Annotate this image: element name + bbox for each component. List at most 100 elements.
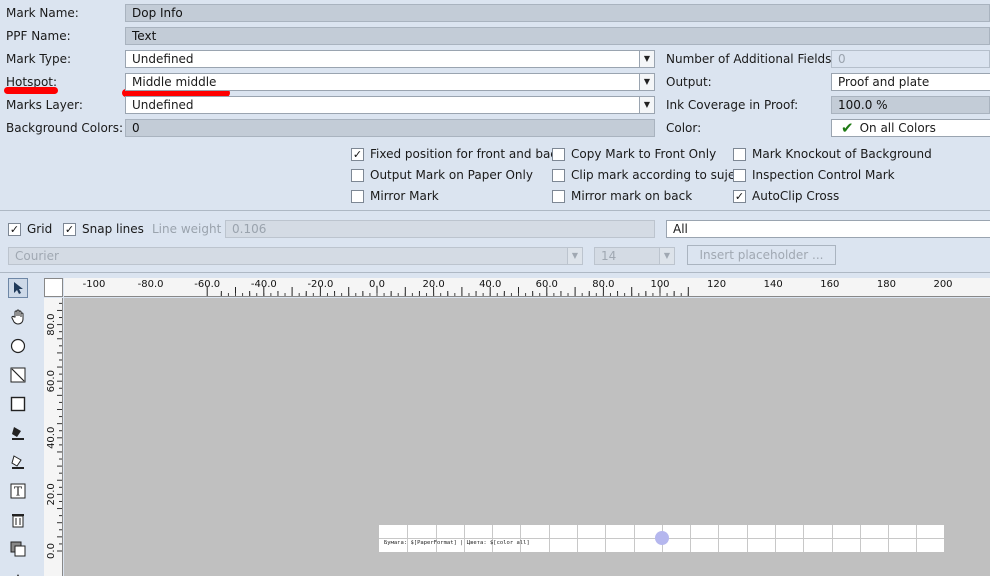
divider bbox=[0, 210, 990, 211]
option-label: Clip mark according to sujet bbox=[571, 168, 740, 182]
trash-icon[interactable] bbox=[8, 510, 28, 530]
chevron-down-icon[interactable]: ▼ bbox=[639, 97, 654, 113]
option-mirror-back[interactable]: Mirror mark on back bbox=[552, 187, 740, 205]
pointer-icon[interactable] bbox=[8, 278, 28, 298]
mark-name-field[interactable]: Dop Info bbox=[125, 4, 990, 22]
ellipse-icon[interactable] bbox=[8, 336, 28, 356]
color-label: Color: bbox=[666, 121, 702, 135]
background-colors-label: Background Colors: bbox=[6, 121, 124, 135]
ruler-label: -20.0 bbox=[307, 279, 333, 290]
ruler-label: 40.0 bbox=[46, 427, 57, 449]
mark-text-box[interactable]: Бумага: $[PaperFormat] | Цвета: $[color … bbox=[379, 525, 944, 552]
tool-palette: T bbox=[8, 278, 32, 576]
line-weight-input[interactable]: 0.106 bbox=[225, 220, 655, 238]
font-value: Courier bbox=[15, 249, 59, 263]
text-icon[interactable]: T bbox=[8, 481, 28, 501]
checkbox[interactable]: ✓ bbox=[8, 222, 21, 236]
output-select[interactable]: Proof and plate bbox=[831, 73, 990, 91]
ruler-label: 60.0 bbox=[46, 370, 57, 392]
vertical-ruler: 80.0 60.0 40.0 20.0 0.0 bbox=[44, 298, 63, 576]
marks-layer-value: Undefined bbox=[132, 98, 194, 112]
font-select[interactable]: Courier ▼ bbox=[8, 247, 583, 265]
ruler-label: 160 bbox=[820, 279, 839, 290]
ruler-label: 80.0 bbox=[592, 279, 614, 290]
option-label: Inspection Control Mark bbox=[752, 168, 895, 182]
layer-filter-select[interactable]: All bbox=[666, 220, 990, 238]
chevron-down-icon[interactable]: ▼ bbox=[659, 248, 674, 264]
line-icon[interactable] bbox=[8, 365, 28, 385]
option-label: AutoClip Cross bbox=[752, 189, 840, 203]
option-knockout-background[interactable]: Mark Knockout of Background bbox=[733, 145, 932, 163]
ruler-label: 20.0 bbox=[422, 279, 444, 290]
option-clip-mark-sujet[interactable]: Clip mark according to sujet bbox=[552, 166, 740, 184]
option-fixed-position[interactable]: ✓ Fixed position for front and back bbox=[351, 145, 564, 163]
ppf-name-field[interactable]: Text bbox=[125, 27, 990, 45]
hand-icon[interactable] bbox=[8, 307, 28, 327]
ruler-label: -80.0 bbox=[138, 279, 164, 290]
copy-icon[interactable] bbox=[8, 539, 28, 559]
checkbox[interactable] bbox=[733, 168, 746, 182]
chevron-down-icon[interactable]: ▼ bbox=[639, 74, 654, 90]
ruler-corner bbox=[44, 278, 63, 297]
chevron-down-icon[interactable]: ▼ bbox=[639, 51, 654, 67]
checkbox[interactable] bbox=[552, 168, 565, 182]
chevron-down-icon[interactable]: ▼ bbox=[567, 248, 582, 264]
checkbox[interactable]: ✓ bbox=[351, 147, 364, 161]
checkbox[interactable] bbox=[351, 168, 364, 182]
ruler-label: 140 bbox=[764, 279, 783, 290]
color-value: On all Colors bbox=[859, 121, 936, 135]
ruler-label: 200 bbox=[933, 279, 952, 290]
option-mirror-mark[interactable]: Mirror Mark bbox=[351, 187, 564, 205]
eraser-icon[interactable] bbox=[8, 452, 28, 472]
option-label: Fixed position for front and back bbox=[370, 147, 564, 161]
background-colors-field[interactable]: 0 bbox=[125, 119, 655, 137]
fill-icon[interactable] bbox=[8, 423, 28, 443]
option-autoclip-cross[interactable]: ✓ AutoClip Cross bbox=[733, 187, 932, 205]
option-label: Copy Mark to Front Only bbox=[571, 147, 717, 161]
ruler-label: 0.0 bbox=[369, 279, 385, 290]
additional-fields-label: Number of Additional Fields: bbox=[666, 52, 836, 66]
hotspot-marker[interactable] bbox=[655, 531, 669, 545]
insert-placeholder-button[interactable]: Insert placeholder ... bbox=[687, 245, 836, 265]
output-label: Output: bbox=[666, 75, 712, 89]
more-icon[interactable] bbox=[8, 568, 28, 576]
mark-name-label: Mark Name: bbox=[6, 6, 79, 20]
ruler-label: -40.0 bbox=[251, 279, 277, 290]
checkbox[interactable] bbox=[552, 147, 565, 161]
option-output-paper-only[interactable]: Output Mark on Paper Only bbox=[351, 166, 564, 184]
font-size-select[interactable]: 14 ▼ bbox=[594, 247, 675, 265]
checkbox[interactable]: ✓ bbox=[733, 189, 746, 203]
option-inspection-control[interactable]: Inspection Control Mark bbox=[733, 166, 932, 184]
option-label: Mirror mark on back bbox=[571, 189, 693, 203]
options-column-1: ✓ Fixed position for front and back Outp… bbox=[351, 145, 564, 205]
grid-label: Grid bbox=[27, 222, 53, 236]
ink-coverage-label: Ink Coverage in Proof: bbox=[666, 98, 799, 112]
ruler-label: -60.0 bbox=[194, 279, 220, 290]
grid-toggle[interactable]: ✓ Grid bbox=[8, 220, 52, 238]
design-canvas[interactable]: Бумага: $[PaperFormat] | Цвета: $[color … bbox=[64, 298, 990, 576]
checkbox[interactable] bbox=[552, 189, 565, 203]
ink-coverage-field[interactable]: 100.0 % bbox=[831, 96, 990, 114]
marks-layer-select[interactable]: Undefined ▼ bbox=[125, 96, 655, 114]
checkbox[interactable] bbox=[351, 189, 364, 203]
ppf-name-label: PPF Name: bbox=[6, 29, 71, 43]
additional-fields-input[interactable]: 0 bbox=[831, 50, 990, 68]
hotspot-select[interactable]: Middle middle ▼ bbox=[125, 73, 655, 91]
option-copy-front-only[interactable]: Copy Mark to Front Only bbox=[552, 145, 740, 163]
checkbox[interactable]: ✓ bbox=[63, 222, 76, 236]
ruler-label: -100 bbox=[83, 279, 106, 290]
checkbox[interactable] bbox=[733, 147, 746, 161]
ruler-label: 120 bbox=[707, 279, 726, 290]
color-select[interactable]: ✔ On all Colors bbox=[831, 119, 990, 137]
ruler-label: 100 bbox=[650, 279, 669, 290]
divider bbox=[0, 272, 990, 273]
marks-layer-label: Marks Layer: bbox=[6, 98, 83, 112]
snap-lines-label: Snap lines bbox=[82, 222, 144, 236]
mark-type-select[interactable]: Undefined ▼ bbox=[125, 50, 655, 68]
options-column-2: Copy Mark to Front Only Clip mark accord… bbox=[552, 145, 740, 205]
mark-text: Бумага: $[PaperFormat] | Цвета: $[color … bbox=[384, 540, 530, 546]
ruler-label: 180 bbox=[877, 279, 896, 290]
ruler-label: 80.0 bbox=[46, 313, 57, 335]
snap-lines-toggle[interactable]: ✓ Snap lines bbox=[63, 220, 144, 238]
rectangle-icon[interactable] bbox=[8, 394, 28, 414]
